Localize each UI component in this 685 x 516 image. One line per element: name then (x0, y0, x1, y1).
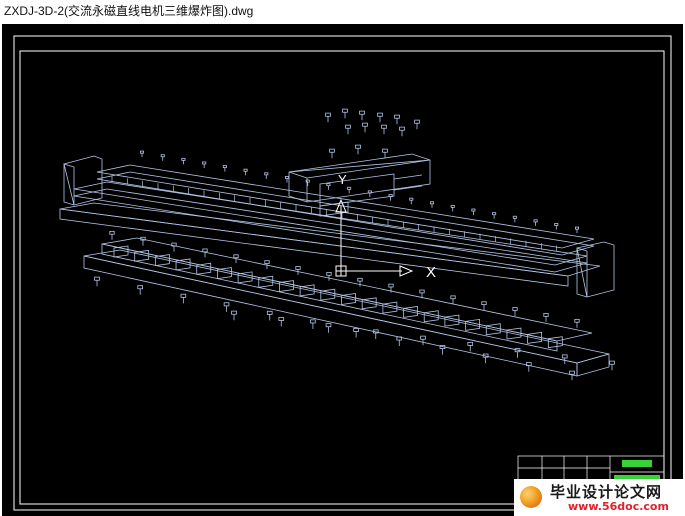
bolt (266, 310, 273, 321)
bolt (342, 108, 348, 119)
bolt (329, 148, 335, 159)
bolt (512, 215, 517, 223)
bolt (325, 112, 331, 123)
bolt (471, 208, 476, 216)
carriage (288, 153, 431, 203)
drawing-border-outer (13, 35, 672, 511)
watermark-url: www.56doc.com (568, 500, 669, 513)
bolt (310, 319, 316, 329)
bolt (362, 122, 368, 133)
bolt (202, 161, 207, 169)
bolt (481, 301, 487, 311)
bolt (409, 197, 414, 205)
magnet-segment (320, 288, 336, 301)
bolt (359, 110, 365, 121)
bolt (396, 336, 403, 347)
bolt (264, 172, 269, 179)
bolt (381, 124, 387, 135)
bolt (574, 318, 580, 328)
bolt (231, 310, 237, 321)
watermark-title: 毕业设计论文网 (550, 483, 663, 501)
bolt (543, 313, 549, 322)
magnet-segment (299, 284, 315, 297)
bolt (326, 183, 331, 190)
bolt (609, 360, 615, 371)
bolt (202, 248, 208, 258)
ucs-y-label: Y (338, 172, 347, 187)
watermark-logo-icon (520, 486, 542, 508)
bolt (575, 226, 580, 234)
bolt (420, 335, 426, 346)
bolt (243, 168, 248, 176)
bolt (355, 144, 361, 155)
bolt (181, 157, 186, 165)
bolt (388, 194, 393, 201)
bolt (140, 236, 146, 246)
bolt (171, 242, 177, 252)
bolt (139, 150, 144, 158)
bolt (414, 119, 420, 130)
bolt (295, 266, 301, 275)
bolt (325, 323, 332, 333)
bolt (492, 212, 497, 219)
bolt (394, 114, 400, 125)
bolt (450, 204, 455, 212)
bolt (180, 293, 187, 304)
bolt (561, 354, 568, 364)
bolt (526, 362, 532, 372)
bolt (160, 154, 165, 161)
bolt (137, 285, 143, 295)
bolt (109, 230, 115, 240)
bolt (278, 316, 285, 327)
bolt (377, 112, 383, 123)
coil-block (319, 173, 395, 207)
bolt (399, 126, 405, 137)
bolt (429, 201, 434, 208)
ucs-x-label: X (426, 264, 436, 281)
bolt (326, 272, 332, 281)
bolt (357, 277, 363, 287)
exploded-bolts (94, 108, 615, 381)
bolt (345, 124, 351, 135)
bolt (353, 327, 359, 338)
bolt (512, 307, 518, 316)
watermark: 毕业设计论文网 www.56doc.com (514, 479, 683, 516)
drawing-canvas[interactable]: Y X 毕业设计论文网 www.56doc.com (2, 24, 683, 516)
bolt (367, 190, 372, 197)
bolt (222, 165, 227, 172)
bolt (94, 276, 100, 287)
bolt (554, 223, 559, 230)
cad-drawing: Y X (13, 35, 672, 511)
bolt (347, 186, 352, 194)
end-block-right (576, 241, 615, 298)
bolt (533, 219, 538, 226)
bolt (305, 179, 310, 187)
bolt (382, 148, 388, 159)
bolt (450, 295, 456, 305)
window-title: ZXDJ-3D-2(交流永磁直线电机三维爆炸图).dwg (0, 0, 685, 22)
bolt (467, 341, 474, 352)
bolt (223, 302, 230, 312)
bolt (284, 176, 289, 183)
drawing-border-inner (19, 50, 665, 505)
